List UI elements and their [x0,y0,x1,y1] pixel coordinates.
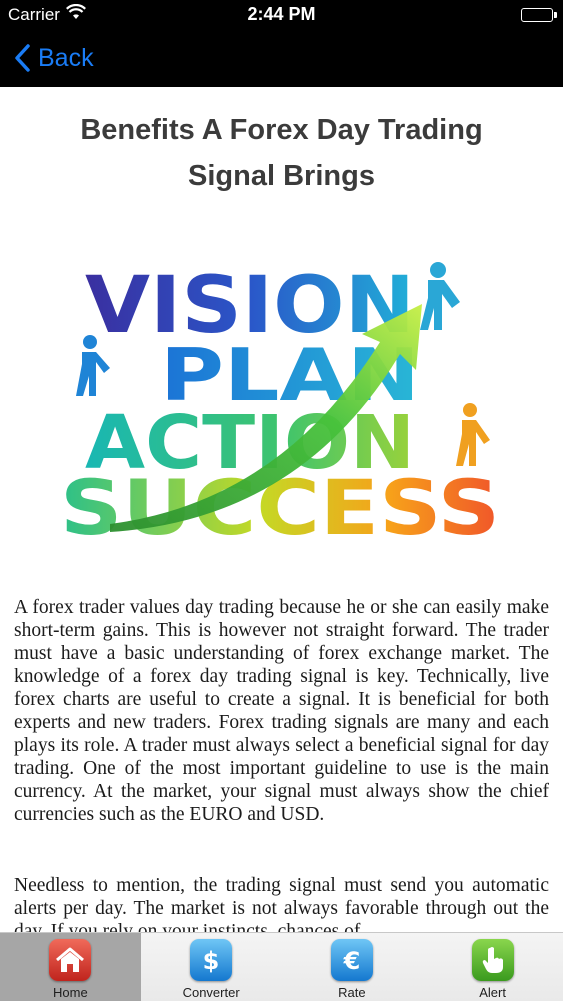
status-bar: Carrier 2:44 PM [0,0,563,30]
tab-alert-label: Alert [479,985,506,1000]
article-paragraph-2: Needless to mention, the trading signal … [14,875,549,932]
battery-icon [521,8,557,22]
back-button[interactable]: Back [14,42,94,74]
tab-rate[interactable]: € Rate [282,933,423,1001]
tab-alert[interactable]: Alert [422,933,563,1001]
svg-text:€: € [343,947,361,975]
navigation-bar: Back [0,30,563,87]
article-title: Benefits A Forex Day Trading Signal Brin… [80,114,483,192]
article-content[interactable]: Benefits A Forex Day Trading Signal Brin… [0,87,563,932]
tab-rate-label: Rate [338,985,366,1000]
tab-converter-label: Converter [182,985,240,1000]
home-icon [49,939,92,981]
svg-text:$: $ [203,947,220,975]
back-label: Back [38,43,94,72]
tab-bar: Home $ Converter € Rate Alert [0,932,563,1001]
dollar-icon: $ [190,939,233,981]
tab-home-label: Home [53,985,88,1000]
hand-pointer-icon [471,939,514,981]
status-time: 2:44 PM [247,4,316,24]
article-paragraph-1: A forex trader values day trading becaus… [14,597,549,825]
chevron-left-icon [15,44,30,72]
tab-home[interactable]: Home [0,933,141,1001]
euro-icon: € [330,939,373,981]
tab-converter[interactable]: $ Converter [141,933,282,1001]
vision-plan-action-success-image: VISION PLAN ACTION SUCCESS [60,261,500,552]
